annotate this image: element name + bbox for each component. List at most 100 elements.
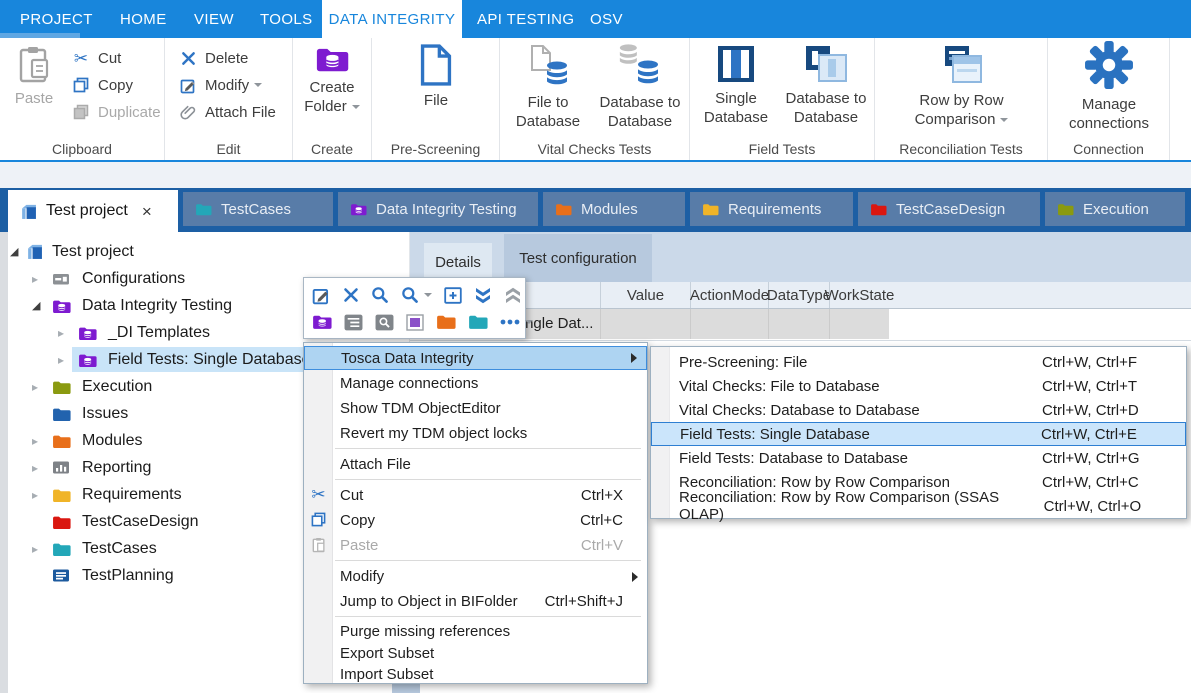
search-icon[interactable] bbox=[371, 284, 389, 306]
menu-item-attach-file[interactable]: Attach File bbox=[304, 452, 647, 477]
tab-modules[interactable]: Modules bbox=[543, 192, 685, 226]
submenu-item-shortcut: Ctrl+W, Ctrl+G bbox=[1042, 450, 1186, 467]
tab-data-integrity-testing[interactable]: Data Integrity Testing bbox=[338, 192, 538, 226]
expander-collapsed-icon[interactable]: ▸ bbox=[32, 454, 38, 481]
expander-collapsed-icon[interactable]: ▸ bbox=[58, 319, 64, 346]
field-db-to-db-button[interactable]: Database to Database bbox=[780, 44, 872, 127]
more-options-icon[interactable] bbox=[500, 311, 533, 333]
menu-item-tosca-data-integrity[interactable]: Tosca Data Integrity bbox=[304, 346, 647, 370]
purple-db-folder-icon bbox=[78, 326, 97, 341]
manage-connections-label: Manage connections bbox=[1059, 95, 1159, 133]
expander-collapsed-icon[interactable]: ▸ bbox=[32, 427, 38, 454]
tree-item-test-project[interactable]: ◢ Test project bbox=[8, 238, 408, 265]
column-header-datatype[interactable]: DataType bbox=[768, 282, 829, 308]
expander-collapsed-icon[interactable]: ▸ bbox=[32, 535, 38, 562]
attach-file-button[interactable]: Attach File bbox=[177, 100, 276, 124]
amber-folder-icon bbox=[52, 488, 71, 503]
menu-item-paste[interactable]: Paste Ctrl+V bbox=[304, 533, 647, 558]
attach-file-label: Attach File bbox=[205, 104, 276, 121]
menu-item-export-subset[interactable]: Export Subset bbox=[304, 642, 647, 664]
search-object-icon[interactable] bbox=[375, 311, 394, 333]
menu-item-shortcut: Ctrl+V bbox=[581, 537, 647, 554]
menu-item-cut[interactable]: Cut Ctrl+X bbox=[304, 483, 647, 508]
submenu-item-field-tests-single-database[interactable]: Field Tests: Single Database Ctrl+W, Ctr… bbox=[651, 422, 1186, 446]
file-to-database-button[interactable]: File to Database bbox=[506, 44, 590, 131]
create-folder-label: Create Folder bbox=[298, 78, 366, 116]
submenu-item-vital-checks-file-to-database[interactable]: Vital Checks: File to Database Ctrl+W, C… bbox=[651, 374, 1186, 398]
menu-item-manage-connections[interactable]: Manage connections bbox=[304, 371, 647, 396]
modify-button[interactable]: Modify bbox=[177, 73, 262, 97]
menu-item-purge-missing-references[interactable]: Purge missing references bbox=[304, 620, 647, 642]
tab-testcasedesign[interactable]: TestCaseDesign bbox=[858, 192, 1040, 226]
expander-collapsed-icon[interactable]: ▸ bbox=[32, 265, 38, 292]
menu-item-copy[interactable]: Copy Ctrl+C bbox=[304, 508, 647, 533]
expander-collapsed-icon[interactable]: ▸ bbox=[58, 346, 64, 373]
submenu-item-field-tests-database-to-database[interactable]: Field Tests: Database to Database Ctrl+W… bbox=[651, 446, 1186, 470]
duplicate-button[interactable]: Duplicate bbox=[70, 100, 161, 124]
tree-view-icon[interactable] bbox=[344, 311, 363, 333]
tab-requirements[interactable]: Requirements bbox=[690, 192, 853, 226]
modules-folder-icon[interactable] bbox=[436, 311, 456, 333]
modify-icon bbox=[177, 77, 199, 94]
menu-item-jump-to-object[interactable]: Jump to Object in BIFolder Ctrl+Shift+J bbox=[304, 589, 647, 614]
expander-expanded-icon[interactable]: ◢ bbox=[32, 292, 40, 319]
grid-row-separator bbox=[410, 340, 1191, 341]
menu-item-modify[interactable]: Modify bbox=[304, 564, 647, 589]
edit-icon[interactable] bbox=[312, 284, 331, 306]
submenu-item-label: Reconciliation: Row by Row Comparison bbox=[679, 474, 950, 491]
copy-label: Copy bbox=[98, 77, 133, 94]
scrollbar-thumb[interactable] bbox=[392, 684, 420, 693]
expander-collapsed-icon[interactable]: ▸ bbox=[32, 481, 38, 508]
left-collapsed-panel-strip[interactable] bbox=[0, 232, 8, 693]
single-database-button[interactable]: Single Database bbox=[696, 44, 776, 127]
expander-expanded-icon[interactable]: ◢ bbox=[10, 238, 18, 265]
frame-object-icon[interactable] bbox=[406, 311, 424, 333]
column-header-workstate[interactable]: WorkState bbox=[829, 282, 889, 308]
configurations-icon bbox=[52, 272, 70, 286]
menu-item-import-subset[interactable]: Import Subset bbox=[304, 664, 647, 685]
delete-x-icon[interactable] bbox=[343, 284, 359, 306]
purple-db-folder-icon bbox=[350, 203, 367, 216]
testcases-folder-icon[interactable] bbox=[468, 311, 488, 333]
menu-data-integrity[interactable]: DATA INTEGRITY bbox=[322, 0, 462, 38]
menu-api-testing[interactable]: API TESTING bbox=[477, 0, 574, 38]
submenu-item-label: Reconciliation: Row by Row Comparison (S… bbox=[679, 489, 1044, 523]
submenu-item-reconciliation-row-by-row-ssas-olap[interactable]: Reconciliation: Row by Row Comparison (S… bbox=[651, 494, 1186, 518]
menu-view[interactable]: VIEW bbox=[194, 0, 234, 38]
red-folder-icon bbox=[870, 203, 887, 216]
delete-button[interactable]: Delete bbox=[177, 46, 248, 70]
menu-item-label: Purge missing references bbox=[340, 623, 510, 640]
collapse-all-icon[interactable] bbox=[504, 284, 522, 306]
row-by-row-button[interactable]: Row by Row Comparison bbox=[889, 44, 1034, 129]
database-to-database-button[interactable]: Database to Database bbox=[594, 44, 686, 131]
create-folder-button[interactable]: Create Folder bbox=[298, 46, 366, 116]
submenu-item-pre-screening-file[interactable]: Pre-Screening: File Ctrl+W, Ctrl+F bbox=[651, 350, 1186, 374]
expand-all-icon[interactable] bbox=[474, 284, 492, 306]
tree-label: Issues bbox=[82, 400, 128, 427]
paste-button[interactable]: Paste bbox=[8, 46, 60, 108]
cut-button[interactable]: ✂ Cut bbox=[70, 46, 121, 70]
tosca-application-window: { "colors": { "accent_blue": "#1886dc", … bbox=[0, 0, 1191, 693]
menu-tools[interactable]: TOOLS bbox=[260, 0, 313, 38]
search-dropdown-icon[interactable] bbox=[401, 284, 432, 306]
copy-button[interactable]: Copy bbox=[70, 73, 133, 97]
create-folder-caret-icon bbox=[352, 105, 360, 109]
column-header-value[interactable]: Value bbox=[600, 282, 690, 308]
add-window-icon[interactable] bbox=[444, 284, 462, 306]
file-button[interactable]: File bbox=[406, 44, 466, 110]
di-folder-icon[interactable] bbox=[312, 311, 332, 333]
manage-connections-button[interactable]: Manage connections bbox=[1059, 40, 1159, 133]
expander-collapsed-icon[interactable]: ▸ bbox=[32, 373, 38, 400]
menu-item-revert-tdm-object-locks[interactable]: Revert my TDM object locks bbox=[304, 421, 647, 446]
column-header-actionmode[interactable]: ActionMode bbox=[690, 282, 768, 308]
menu-osv[interactable]: OSV bbox=[590, 0, 623, 38]
tab-test-project[interactable]: Test project × bbox=[8, 190, 178, 232]
tab-testcases[interactable]: TestCases bbox=[183, 192, 333, 226]
menu-home[interactable]: HOME bbox=[120, 0, 167, 38]
tab-test-configuration[interactable]: Test configuration bbox=[504, 234, 652, 282]
tab-execution[interactable]: Execution bbox=[1045, 192, 1185, 226]
tab-close-icon[interactable]: × bbox=[142, 203, 152, 220]
menu-item-show-tdm-objecteditor[interactable]: Show TDM ObjectEditor bbox=[304, 396, 647, 421]
submenu-item-vital-checks-database-to-database[interactable]: Vital Checks: Database to Database Ctrl+… bbox=[651, 398, 1186, 422]
tab-label: Test project bbox=[46, 202, 128, 220]
